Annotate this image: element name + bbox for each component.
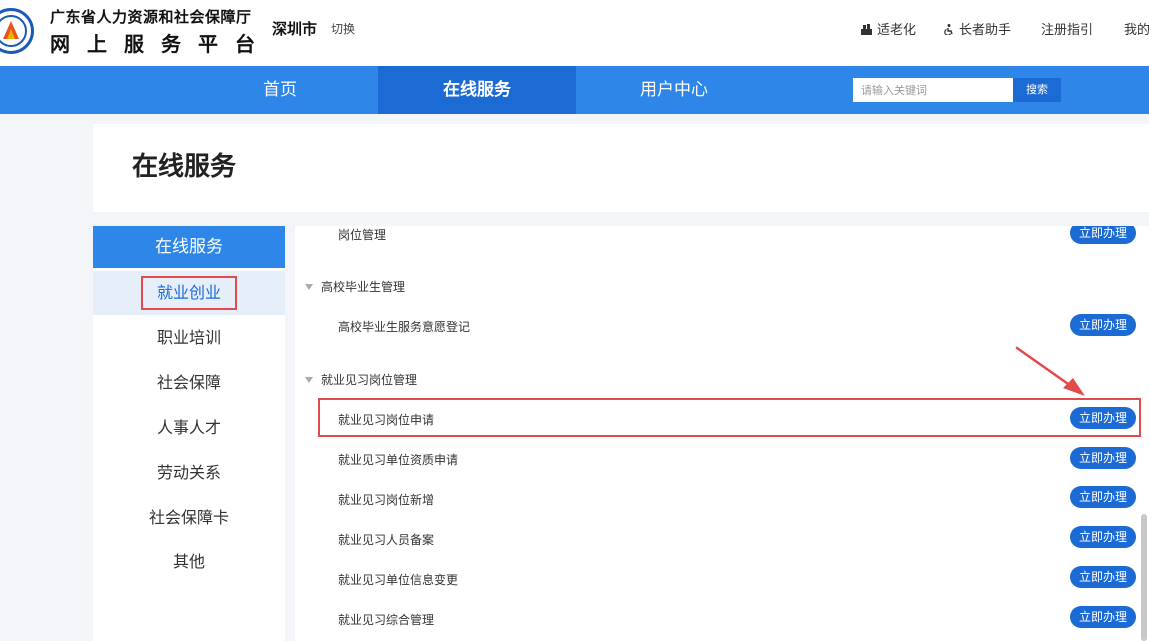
service-name-internship-unit-info-change[interactable]: 就业见习单位信息变更 [338, 571, 458, 588]
scrollbar-thumb[interactable] [1141, 514, 1147, 641]
sidebar-item-vocational-training[interactable]: 职业培训 [93, 316, 285, 360]
group-internship-post-management[interactable]: 就业见习岗位管理 [305, 371, 417, 388]
group-label-text: 就业见习岗位管理 [321, 373, 418, 387]
caret-down-icon [305, 284, 313, 290]
nav-home[interactable]: 首页 [182, 66, 378, 114]
sidebar-item-social-security-card[interactable]: 社会保障卡 [93, 496, 285, 540]
apply-button[interactable]: 立即办理 [1070, 486, 1136, 508]
register-guide-link[interactable]: 注册指引 [1041, 19, 1093, 38]
sidebar-item-other[interactable]: 其他 [93, 540, 285, 584]
logo-icon[interactable] [0, 8, 34, 54]
header: 广东省人力资源和社会保障厅 网上服务平台 深圳市 切换 适老化 长者助手 注册指… [0, 0, 1149, 66]
my-account-link[interactable]: 我的 [1124, 19, 1149, 38]
apply-button[interactable]: 立即办理 [1070, 606, 1136, 628]
service-name-internship-post-application[interactable]: 就业见习岗位申请 [338, 411, 434, 428]
page-title: 在线服务 [132, 152, 237, 182]
apply-button[interactable]: 立即办理 [1070, 447, 1136, 469]
sidebar-item-labor-relations[interactable]: 劳动关系 [93, 451, 285, 495]
group-graduate-management[interactable]: 高校毕业生管理 [305, 278, 405, 295]
title-panel: 在线服务 [93, 124, 1149, 212]
current-city: 深圳市 [272, 20, 318, 38]
group-label-text: 高校毕业生管理 [321, 280, 406, 294]
service-list: 岗位管理 立即办理 高校毕业生管理 高校毕业生服务意愿登记 立即办理 就业见习岗… [295, 226, 1149, 641]
elder-mode-icon [861, 24, 872, 35]
category-sidebar: 在线服务 就业创业 职业培训 社会保障 人事人才 劳动关系 社会保障卡 其他 [93, 226, 285, 641]
sidebar-item-label: 就业创业 [140, 276, 237, 310]
apply-button[interactable]: 立即办理 [1070, 314, 1136, 336]
apply-button[interactable]: 立即办理 [1070, 226, 1136, 244]
elder-assistant-label: 长者助手 [959, 23, 1012, 38]
org-name: 广东省人力资源和社会保障厅 [50, 8, 252, 26]
elder-mode-link[interactable]: 适老化 [861, 19, 916, 38]
logo-mark-inner [7, 29, 15, 39]
service-name-post-management[interactable]: 岗位管理 [338, 226, 386, 243]
sidebar-header: 在线服务 [93, 226, 285, 268]
search-button[interactable]: 搜索 [1013, 78, 1061, 102]
apply-button[interactable]: 立即办理 [1070, 566, 1136, 588]
annotation-arrow-icon [1015, 346, 1085, 396]
service-name-internship-comprehensive-management[interactable]: 就业见习综合管理 [338, 611, 434, 628]
sidebar-item-employment[interactable]: 就业创业 [93, 271, 285, 315]
caret-down-icon [305, 377, 313, 383]
nav-online-services[interactable]: 在线服务 [378, 66, 576, 114]
platform-name: 网上服务平台 [50, 32, 272, 56]
nav-user-center[interactable]: 用户中心 [576, 66, 772, 114]
service-name-internship-unit-qualification[interactable]: 就业见习单位资质申请 [338, 451, 458, 468]
apply-button[interactable]: 立即办理 [1070, 407, 1136, 429]
search-input[interactable] [853, 78, 1013, 102]
city-switch-link[interactable]: 切换 [331, 20, 355, 37]
service-name-internship-personnel-filing[interactable]: 就业见习人员备案 [338, 531, 434, 548]
service-name-graduate-intent-registration[interactable]: 高校毕业生服务意愿登记 [338, 318, 470, 335]
sidebar-item-social-security[interactable]: 社会保障 [93, 361, 285, 405]
accessibility-icon [944, 24, 953, 35]
sidebar-item-personnel[interactable]: 人事人才 [93, 406, 285, 450]
service-name-internship-post-add[interactable]: 就业见习岗位新增 [338, 491, 434, 508]
elder-assistant-link[interactable]: 长者助手 [943, 19, 1011, 38]
apply-button[interactable]: 立即办理 [1070, 526, 1136, 548]
elder-mode-label: 适老化 [877, 23, 917, 38]
